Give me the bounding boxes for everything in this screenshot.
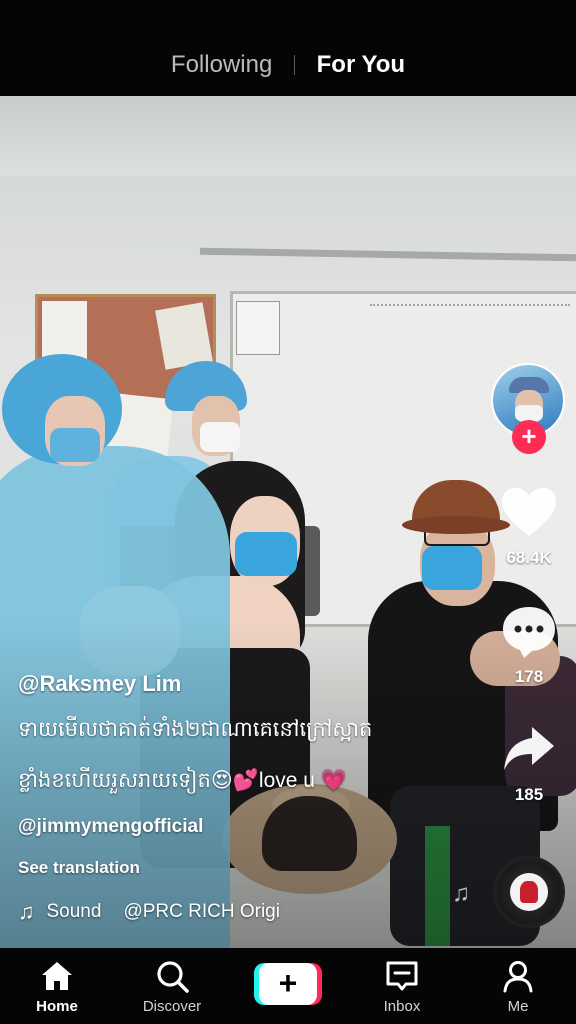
profile-icon <box>503 961 533 993</box>
caption-line-2: ខ្លាំងខហើយរួសរាយទៀត😍💕love u 💗 <box>18 769 347 792</box>
follow-button[interactable]: + <box>512 420 546 454</box>
music-disc-icon[interactable] <box>493 856 565 928</box>
top-bar: Following For You <box>0 0 576 96</box>
see-translation-link[interactable]: See translation <box>18 858 140 878</box>
create-button[interactable]: + <box>254 963 322 1005</box>
sound-ticker[interactable]: ♫ Sound @PRC RICH Origi <box>18 899 280 925</box>
tab-following[interactable]: Following <box>171 51 272 79</box>
music-note-icon: ♫ <box>18 899 35 924</box>
feed-tabs: Following For You <box>0 50 576 79</box>
nav-inbox[interactable]: Inbox <box>352 948 452 1024</box>
caption-line-1: ទាយមើលថាគាត់ទាំង២ជាណាគេនៅក្រៅស្អាត <box>18 718 373 741</box>
floating-note-icon: ♫ <box>452 880 470 907</box>
share-count: 185 <box>514 785 544 804</box>
nav-me-label: Me <box>507 998 529 1015</box>
create-plus-icon: + <box>259 963 317 1005</box>
comment-count: 178 <box>514 667 544 686</box>
video-author[interactable]: @Raksmey Lim <box>18 671 181 697</box>
caption-mention[interactable]: @jimmymengofficial <box>18 816 203 838</box>
like-count: 68.4K <box>506 548 552 567</box>
inbox-icon <box>386 961 418 991</box>
heart-icon[interactable] <box>500 486 558 538</box>
tab-for-you[interactable]: For You <box>317 51 405 79</box>
share-icon[interactable] <box>502 724 556 774</box>
comment-icon[interactable] <box>500 604 558 660</box>
tab-divider <box>293 54 295 75</box>
nav-home[interactable]: Home <box>7 948 107 1024</box>
home-icon <box>42 962 72 990</box>
nav-me[interactable]: Me <box>468 948 568 1024</box>
sound-name: @PRC RICH Origi <box>123 901 280 922</box>
nav-discover[interactable]: Discover <box>122 948 222 1024</box>
nav-discover-label: Discover <box>142 998 202 1015</box>
nav-home-label: Home <box>36 998 78 1015</box>
nav-inbox-label: Inbox <box>383 998 421 1015</box>
search-icon <box>157 961 189 993</box>
sound-label: Sound <box>46 901 102 922</box>
